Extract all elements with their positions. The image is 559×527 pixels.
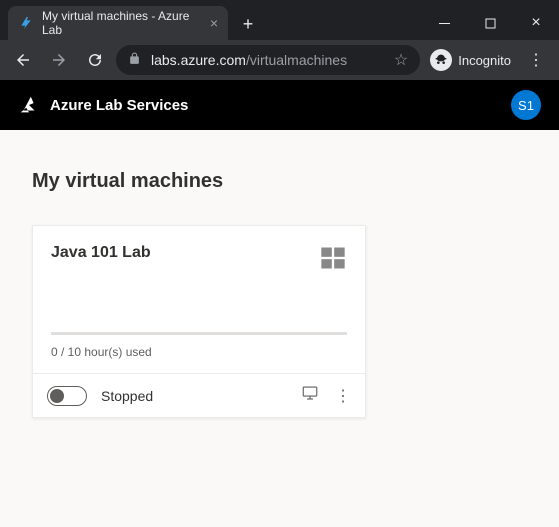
more-actions-button[interactable]: ⋮	[335, 384, 351, 407]
more-vertical-icon: ⋮	[335, 386, 351, 406]
azure-logo-icon	[18, 94, 40, 116]
page-content: My virtual machines Java 101 Lab 0 / 10 …	[0, 130, 559, 527]
browser-titlebar: My virtual machines - Azure Lab × + ×	[0, 0, 559, 40]
vm-card-top: Java 101 Lab	[51, 244, 347, 328]
close-icon[interactable]: ×	[210, 15, 218, 31]
tab-strip: My virtual machines - Azure Lab × +	[0, 0, 262, 40]
browser-toolbar: labs.azure.com/virtualmachines ☆ Incogni…	[0, 40, 559, 80]
vm-status: Stopped	[101, 388, 153, 404]
incognito-icon	[430, 49, 452, 71]
tab-title: My virtual machines - Azure Lab	[42, 9, 202, 37]
close-window-button[interactable]: ×	[513, 6, 559, 40]
incognito-label: Incognito	[458, 53, 511, 68]
usage-progress	[51, 332, 347, 335]
window-controls: ×	[421, 6, 559, 40]
avatar[interactable]: S1	[511, 90, 541, 120]
vm-actions: ⋮	[301, 384, 351, 407]
vm-card-body: Java 101 Lab 0 / 10 hour(s) used	[33, 226, 365, 373]
app-header: Azure Lab Services S1	[0, 80, 559, 130]
url-host: labs.azure.com	[151, 52, 246, 68]
url-path: /virtualmachines	[246, 52, 347, 68]
new-tab-button[interactable]: +	[234, 10, 262, 38]
forward-button[interactable]	[44, 45, 74, 75]
windows-icon	[319, 244, 347, 277]
lock-icon	[128, 52, 141, 68]
usage-text: 0 / 10 hour(s) used	[51, 345, 347, 359]
browser-menu-button[interactable]: ⋮	[521, 45, 551, 75]
back-button[interactable]	[8, 45, 38, 75]
address-bar[interactable]: labs.azure.com/virtualmachines ☆	[116, 45, 420, 75]
connect-button[interactable]	[301, 384, 319, 407]
vm-card: Java 101 Lab 0 / 10 hour(s) used Stopped	[32, 225, 366, 418]
brand-label: Azure Lab Services	[50, 97, 188, 114]
minimize-button[interactable]	[421, 6, 467, 40]
vm-card-footer: Stopped ⋮	[33, 373, 365, 417]
toggle-knob	[50, 389, 64, 403]
incognito-badge: Incognito	[426, 49, 515, 71]
reload-button[interactable]	[80, 45, 110, 75]
browser-tab[interactable]: My virtual machines - Azure Lab ×	[8, 6, 228, 40]
monitor-icon	[301, 384, 319, 407]
bookmark-icon[interactable]: ☆	[394, 50, 408, 70]
brand[interactable]: Azure Lab Services	[18, 94, 188, 116]
page-title: My virtual machines	[32, 170, 527, 193]
avatar-initials: S1	[518, 98, 534, 113]
vm-name: Java 101 Lab	[51, 244, 151, 262]
maximize-button[interactable]	[467, 6, 513, 40]
azure-favicon	[18, 15, 34, 31]
url-text: labs.azure.com/virtualmachines	[151, 52, 347, 68]
power-toggle[interactable]	[47, 386, 87, 406]
